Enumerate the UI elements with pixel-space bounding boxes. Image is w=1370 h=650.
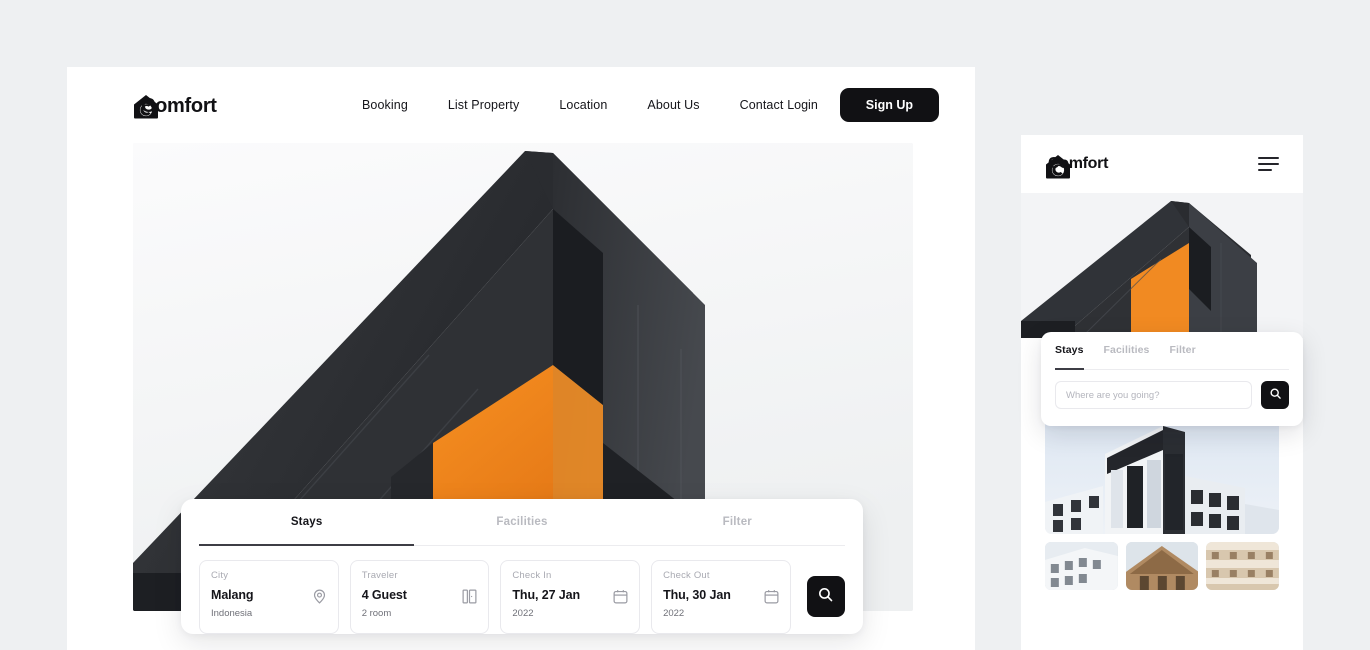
nav-item-booking[interactable]: Booking	[362, 98, 408, 112]
signup-button[interactable]: Sign Up	[839, 88, 939, 122]
hamburger-line	[1258, 169, 1272, 172]
search-card: Stays Facilities Filter City Malang Indo…	[181, 499, 863, 634]
mobile-brand-name: Comfort	[1048, 155, 1109, 172]
field-check-out[interactable]: Check Out Thu, 30 Jan 2022	[651, 560, 791, 634]
nav-item-contact[interactable]: Contact	[740, 98, 784, 112]
desktop-mockup: Comfort Booking List Property Location A…	[67, 67, 975, 650]
login-link[interactable]: Login	[787, 98, 818, 112]
field-traveler-sub: 2 room	[361, 608, 392, 619]
mobile-hero-image	[1021, 193, 1303, 338]
nav-item-list-property[interactable]: List Property	[448, 98, 519, 112]
field-city-label: City	[211, 570, 229, 581]
mobile-search-input[interactable]	[1055, 381, 1252, 409]
hamburger-line	[1258, 156, 1279, 159]
calendar-icon	[763, 588, 780, 605]
mobile-tab-stays[interactable]: Stays	[1055, 332, 1084, 370]
field-check-in[interactable]: Check In Thu, 27 Jan 2022	[500, 560, 641, 634]
brand-name: Comfort	[141, 95, 217, 117]
field-check-in-value: Thu, 27 Jan	[512, 588, 581, 602]
desktop-header: Comfort Booking List Property Location A…	[67, 67, 975, 147]
location-pin-icon	[311, 588, 328, 605]
hamburger-line	[1258, 162, 1279, 166]
field-check-in-label: Check In	[512, 570, 552, 581]
nav-item-location[interactable]: Location	[559, 98, 607, 112]
door-icon	[461, 588, 478, 605]
search-icon	[1269, 387, 1282, 403]
nav-item-about-us[interactable]: About Us	[647, 98, 699, 112]
tab-stays[interactable]: Stays	[199, 499, 415, 546]
auth-actions: Login Sign Up	[787, 88, 939, 122]
hamburger-menu-icon[interactable]	[1258, 156, 1279, 172]
search-fields: City Malang Indonesia Traveler 4 Guest 2…	[199, 546, 845, 634]
mobile-tab-filter[interactable]: Filter	[1169, 332, 1195, 370]
search-submit-button[interactable]	[806, 575, 845, 617]
field-city-value: Malang	[211, 588, 254, 602]
property-thumbnail[interactable]	[1125, 542, 1199, 590]
main-navigation: Booking List Property Location About Us …	[362, 98, 783, 112]
field-check-out-year: 2022	[663, 608, 685, 619]
mobile-mockup: Comfort Stays Facilities Filter Where ar…	[1021, 135, 1303, 650]
mobile-search-card: Stays Facilities Filter	[1041, 332, 1303, 426]
mobile-tab-facilities[interactable]: Facilities	[1104, 332, 1150, 370]
property-thumbnail[interactable]	[1206, 542, 1280, 590]
field-check-out-value: Thu, 30 Jan	[663, 588, 731, 602]
mobile-search-tabs: Stays Facilities Filter	[1055, 332, 1289, 370]
property-thumbnails	[1045, 542, 1280, 590]
mobile-brand-logo[interactable]: Comfort	[1045, 154, 1109, 179]
mobile-search-row	[1055, 370, 1289, 409]
property-thumbnail[interactable]	[1045, 542, 1118, 590]
tab-filter[interactable]: Filter	[630, 499, 845, 546]
field-check-in-year: 2022	[512, 608, 534, 619]
field-city[interactable]: City Malang Indonesia	[199, 560, 339, 634]
field-traveler-label: Traveler	[361, 570, 398, 581]
brand-logo[interactable]: Comfort	[133, 94, 217, 119]
field-check-out-label: Check Out	[663, 570, 710, 581]
field-traveler-value: 4 Guest	[361, 588, 407, 602]
field-traveler[interactable]: Traveler 4 Guest 2 room	[349, 560, 490, 634]
calendar-icon	[612, 588, 629, 605]
field-city-sub: Indonesia	[211, 608, 253, 619]
tab-facilities[interactable]: Facilities	[414, 499, 629, 546]
mobile-search-submit-button[interactable]	[1261, 381, 1289, 409]
search-tabs: Stays Facilities Filter	[199, 499, 845, 546]
search-icon	[817, 586, 834, 606]
screenshot-stage: Comfort Booking List Property Location A…	[0, 0, 1370, 650]
mobile-header: Comfort	[1021, 135, 1303, 193]
featured-property-image[interactable]	[1045, 410, 1279, 534]
